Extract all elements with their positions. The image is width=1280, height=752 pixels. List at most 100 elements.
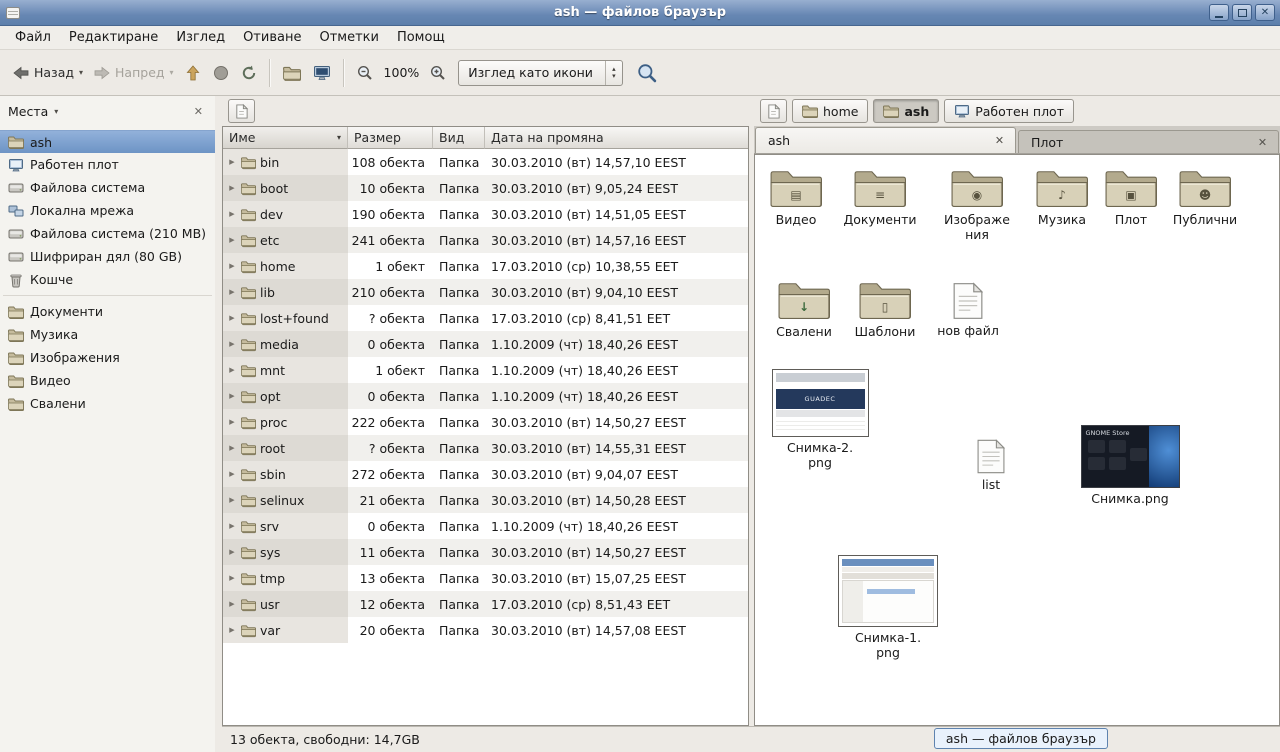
folder-public[interactable]: ☻ Публични [1167,167,1243,227]
location-toggle-button[interactable] [228,99,255,123]
table-row-root[interactable]: ▶root? обектаПапка30.03.2010 (вт) 14,55,… [223,435,748,461]
tab-close-icon[interactable]: ✕ [992,133,1007,148]
expander-icon[interactable]: ▶ [227,366,237,374]
folder-documents[interactable]: ≡ Документи [839,167,921,227]
tab-plot[interactable]: Плот ✕ [1018,130,1279,153]
back-history-chevron-icon[interactable]: ▾ [79,68,83,77]
minimize-button[interactable] [1209,4,1229,21]
menu-Помощ[interactable]: Помощ [388,26,454,49]
expander-icon[interactable]: ▶ [227,262,237,270]
column-header-type[interactable]: Вид [433,127,485,149]
table-row-home[interactable]: ▶home1 обектПапка17.03.2010 (ср) 10,38,5… [223,253,748,279]
expander-icon[interactable]: ▶ [227,288,237,296]
folder-templates[interactable]: ▯ Шаблони [851,279,919,339]
table-row-mnt[interactable]: ▶mnt1 обектПапка1.10.2009 (чт) 18,40,26 … [223,357,748,383]
expander-icon[interactable]: ▶ [227,470,237,478]
menu-Изглед[interactable]: Изглед [167,26,234,49]
expander-icon[interactable]: ▶ [227,496,237,504]
zoom-out-button[interactable] [351,60,379,86]
table-row-proc[interactable]: ▶proc222 обектаПапка30.03.2010 (вт) 14,5… [223,409,748,435]
folder-desktop[interactable]: ▣ Плот [1103,167,1159,227]
reload-button[interactable] [235,60,263,86]
expander-icon[interactable]: ▶ [227,184,237,192]
menu-Отиване[interactable]: Отиване [234,26,310,49]
expander-icon[interactable]: ▶ [227,340,237,348]
expander-icon[interactable]: ▶ [227,444,237,452]
column-header-size[interactable]: Размер [348,127,433,149]
expander-icon[interactable]: ▶ [227,626,237,634]
forward-button[interactable]: Напред ▾ [88,60,179,86]
computer-button[interactable] [307,60,337,86]
places-selector[interactable]: Места ▾ [8,104,58,119]
location-toggle-button[interactable] [760,99,787,123]
folder-downloads[interactable]: ↓ Свалени [771,279,837,339]
sidebar-item-Кошче[interactable]: Кошче [0,268,215,291]
sidebar-item-Свалени[interactable]: Свалени [0,392,215,415]
table-row-opt[interactable]: ▶opt0 обектаПапка1.10.2009 (чт) 18,40,26… [223,383,748,409]
maximize-button[interactable] [1232,4,1252,21]
file-snimka-1-png[interactable]: Снимка-1.png [835,555,941,660]
table-row-bin[interactable]: ▶bin108 обектаПапка30.03.2010 (вт) 14,57… [223,149,748,175]
table-row-lost+found[interactable]: ▶lost+found? обектаПапка17.03.2010 (ср) … [223,305,748,331]
home-button[interactable] [277,60,307,86]
zoom-in-button[interactable] [424,60,452,86]
file-snimka-png[interactable]: GNOME Store Снимка.png [1077,425,1183,506]
sidebar-item-Документи[interactable]: Документи [0,300,215,323]
file-new-file[interactable]: нов файл [933,279,1003,338]
expander-icon[interactable]: ▶ [227,418,237,426]
table-row-media[interactable]: ▶media0 обектаПапка1.10.2009 (чт) 18,40,… [223,331,748,357]
table-row-dev[interactable]: ▶dev190 обектаПапка30.03.2010 (вт) 14,51… [223,201,748,227]
table-row-var[interactable]: ▶var20 обектаПапка30.03.2010 (вт) 14,57,… [223,617,748,643]
sidebar-item-Файлова система (210 MB)[interactable]: Файлова система (210 MB) [0,222,215,245]
folder-images[interactable]: ◉ Изображения [937,167,1017,242]
folder-music[interactable]: ♪ Музика [1027,167,1097,227]
table-row-sbin[interactable]: ▶sbin272 обектаПапка30.03.2010 (вт) 9,04… [223,461,748,487]
table-row-usr[interactable]: ▶usr12 обектаПапка17.03.2010 (ср) 8,51,4… [223,591,748,617]
expander-icon[interactable]: ▶ [227,236,237,244]
pane-splitter[interactable] [215,96,222,752]
taskbar-window-button[interactable]: ash — файлов браузър [934,728,1108,749]
expander-icon[interactable]: ▶ [227,522,237,530]
expander-icon[interactable]: ▶ [227,574,237,582]
expander-icon[interactable]: ▶ [227,600,237,608]
close-button[interactable]: ✕ [1255,4,1275,21]
sidebar-item-Локална мрежа[interactable]: Локална мрежа [0,199,215,222]
up-button[interactable] [179,60,207,86]
menu-Отметки[interactable]: Отметки [310,26,387,49]
view-mode-select[interactable]: Изглед като икони ▴ ▾ [458,60,623,86]
table-row-tmp[interactable]: ▶tmp13 обектаПапка30.03.2010 (вт) 15,07,… [223,565,748,591]
sidebar-item-Видео[interactable]: Видео [0,369,215,392]
search-button[interactable] [631,58,663,88]
table-row-selinux[interactable]: ▶selinux21 обектаПапка30.03.2010 (вт) 14… [223,487,748,513]
expander-icon[interactable]: ▶ [227,314,237,322]
path-button-home[interactable]: home [792,99,868,123]
menu-Файл[interactable]: Файл [6,26,60,49]
sidebar-item-Шифриран дял (80 GB)[interactable]: Шифриран дял (80 GB) [0,245,215,268]
file-snimka-2-png[interactable]: GUADEC Снимка-2.png [769,369,871,470]
back-button[interactable]: Назад ▾ [7,60,88,86]
sidebar-item-Работен плот[interactable]: Работен плот [0,153,215,176]
stop-button[interactable] [207,60,235,86]
expander-icon[interactable]: ▶ [227,548,237,556]
tab-close-icon[interactable]: ✕ [1255,135,1270,150]
path-button-ash[interactable]: ash [873,99,939,123]
sidebar-item-Музика[interactable]: Музика [0,323,215,346]
sidebar-item-Изображения[interactable]: Изображения [0,346,215,369]
table-row-lib[interactable]: ▶lib210 обектаПапка30.03.2010 (вт) 9,04,… [223,279,748,305]
table-row-boot[interactable]: ▶boot10 обектаПапка30.03.2010 (вт) 9,05,… [223,175,748,201]
menu-Редактиране[interactable]: Редактиране [60,26,167,49]
column-header-name[interactable]: Име ▾ [223,127,348,149]
sidebar-close-button[interactable]: ✕ [190,103,207,120]
table-row-srv[interactable]: ▶srv0 обектаПапка1.10.2009 (чт) 18,40,26… [223,513,748,539]
table-row-sys[interactable]: ▶sys11 обектаПапка30.03.2010 (вт) 14,50,… [223,539,748,565]
tab-ash[interactable]: ash ✕ [755,127,1016,153]
expander-icon[interactable]: ▶ [227,158,237,166]
sidebar-item-Файлова система[interactable]: Файлова система [0,176,215,199]
path-button-desktop[interactable]: Работен плот [944,99,1074,123]
column-header-date[interactable]: Дата на промяна [485,127,748,149]
folder-video[interactable]: ▤ Видео [763,167,829,227]
table-row-etc[interactable]: ▶etc241 обектаПапка30.03.2010 (вт) 14,57… [223,227,748,253]
titlebar[interactable]: ash — файлов браузър ✕ [0,0,1280,26]
file-list[interactable]: list [961,439,1021,492]
expander-icon[interactable]: ▶ [227,210,237,218]
